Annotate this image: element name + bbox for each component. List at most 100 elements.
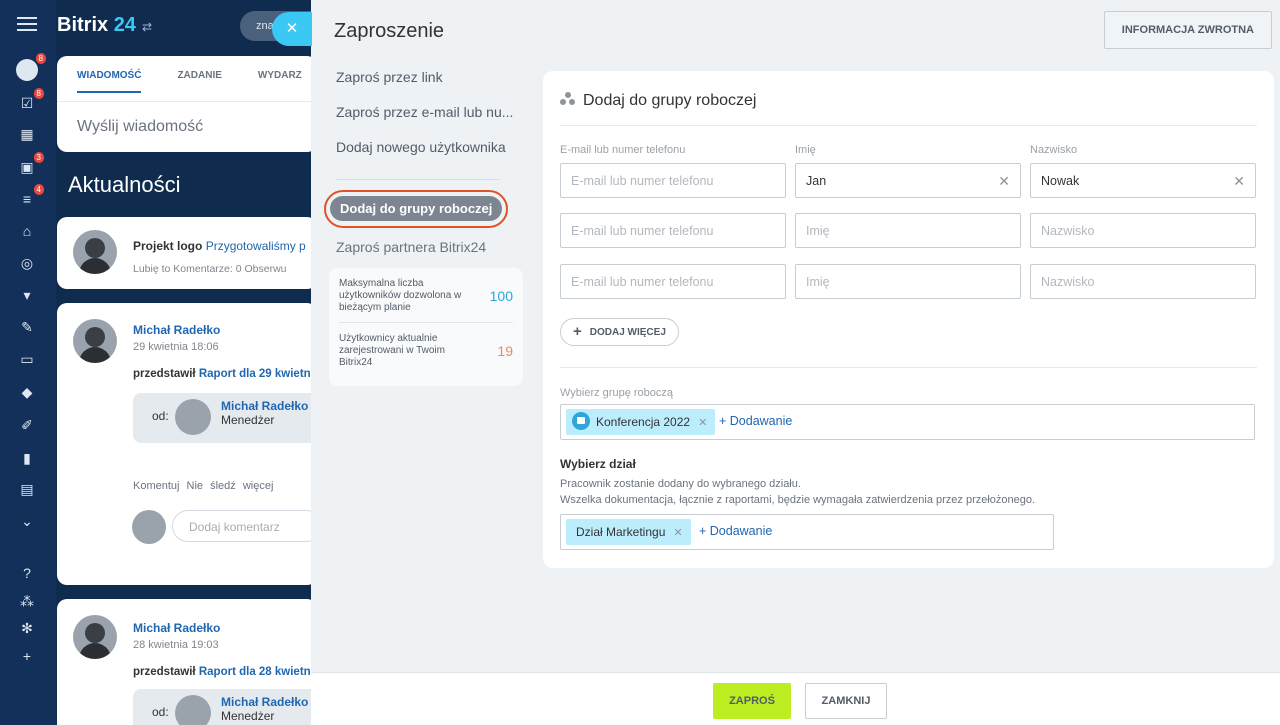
report-link[interactable]: Raport dla 29 kwietnia	[199, 368, 320, 380]
post-title-line: Projekt logo Przygotowaliśmy p	[133, 239, 306, 253]
from-role: Menedżer	[221, 709, 275, 723]
avatar[interactable]	[73, 615, 117, 659]
post-author[interactable]: Michał Radełko	[133, 621, 220, 635]
close-icon[interactable]: ✕	[272, 12, 312, 46]
add-group-link[interactable]: + Dodawanie	[719, 414, 792, 428]
cart-icon[interactable]: ▾	[18, 286, 36, 304]
report-from-box: od: Michał Radełko Menedżer	[133, 393, 333, 443]
invitation-slider: Zaproszenie INFORMACJA ZWROTNA Zaproś pr…	[311, 0, 1280, 725]
report-from-box: od: Michał Radełko Menedżer	[133, 689, 333, 725]
add-department-link[interactable]: + Dodawanie	[699, 524, 772, 538]
notification-badge: 3	[33, 152, 44, 163]
page-title: Aktualności	[68, 172, 181, 197]
department-selector[interactable]: Dział Marketingu ✕ + Dodawanie	[560, 514, 1054, 550]
surname-field[interactable]: Nazwisko	[1030, 213, 1256, 248]
document-edit-icon[interactable]: ✐	[18, 416, 36, 434]
post-author[interactable]: Michał Radełko	[133, 323, 220, 337]
feed-post: Projekt logo Przygotowaliśmy p Lubię to …	[57, 217, 317, 289]
group-icon	[560, 92, 576, 106]
avatar[interactable]	[73, 230, 117, 274]
department-tag[interactable]: Dział Marketingu ✕	[566, 519, 691, 545]
report-link[interactable]: Raport dla 28 kwietnia	[199, 666, 320, 678]
settings-gear-icon[interactable]: ✻	[18, 619, 36, 637]
remove-tag-icon[interactable]: ✕	[698, 417, 707, 429]
email-column-label: E-mail lub numer telefonu	[560, 144, 686, 156]
tab-event[interactable]: WYDARZ	[258, 70, 302, 93]
menu-item-invite-email[interactable]: Zaproś przez e-mail lub nu...	[336, 95, 526, 130]
chevron-down-circle-icon[interactable]: ⌄	[18, 512, 36, 530]
menu-item-invite-partner[interactable]: Zaproś partnera Bitrix24	[336, 230, 526, 265]
briefcase-icon[interactable]: ▤	[18, 480, 36, 498]
menu-item-add-to-group-highlight[interactable]: Dodaj do grupy roboczej	[324, 190, 509, 228]
email-field[interactable]: E-mail lub numer telefonu	[560, 213, 786, 248]
remove-tag-icon[interactable]: ✕	[673, 527, 682, 539]
form-header: Dodaj do grupy roboczej	[560, 92, 1257, 126]
divider	[560, 367, 1257, 368]
help-icon[interactable]: ?	[18, 564, 36, 582]
avatar[interactable]	[73, 319, 117, 363]
surname-column-label: Nazwisko	[1030, 144, 1078, 156]
contact-center-icon[interactable]: ▣ 3	[18, 152, 44, 176]
post-text: Przygotowaliśmy p	[205, 239, 306, 253]
name-field[interactable]: Imię	[795, 264, 1021, 299]
group-tag[interactable]: Konferencja 2022 ✕	[566, 409, 716, 435]
clear-icon[interactable]: ✕	[998, 173, 1010, 190]
current-users-value: 19	[497, 343, 513, 359]
tasks-icon[interactable]: ☑ 8	[18, 88, 44, 112]
post-meta: Lubię to Komentarze: 0 Obserwu	[133, 263, 287, 275]
tab-message[interactable]: WIADOMOŚĆ	[77, 70, 142, 93]
post-line: przedstawił Raport dla 29 kwietnia	[133, 368, 321, 380]
comment-input[interactable]: Dodaj komentarz	[172, 510, 322, 542]
menu-item-add-to-group[interactable]: Dodaj do grupy roboczej	[330, 196, 503, 221]
target-icon[interactable]: ◎	[18, 254, 36, 272]
post-actions[interactable]: Komentuj Nie śledź więcej	[133, 480, 273, 492]
avatar[interactable]	[175, 695, 211, 725]
calendar-icon[interactable]: ▦	[18, 125, 36, 143]
add-to-group-form: Dodaj do grupy roboczej E-mail lub numer…	[543, 71, 1274, 568]
bank-icon[interactable]: ⌂	[18, 222, 36, 240]
name-field[interactable]: Imię	[795, 213, 1021, 248]
email-field[interactable]: E-mail lub numer telefonu	[560, 264, 786, 299]
box-icon[interactable]: ◆	[18, 383, 36, 401]
menu-burger-icon[interactable]	[17, 17, 37, 31]
surname-field[interactable]: Nowak ✕	[1030, 163, 1256, 198]
name-field[interactable]: Jan ✕	[795, 163, 1021, 198]
surname-field[interactable]: Nazwisko	[1030, 264, 1256, 299]
workgroup-icon	[572, 412, 590, 430]
portal-logo[interactable]: Bitrix 24 ⇄	[57, 14, 152, 37]
filter-icon[interactable]: ≡ 4	[18, 184, 44, 208]
sign-icon[interactable]: ✎	[18, 318, 36, 336]
notification-badge: 8	[33, 88, 44, 99]
notification-badge: 8	[35, 53, 46, 64]
chart-icon[interactable]: ▮	[18, 449, 36, 467]
from-name[interactable]: Michał Radełko	[221, 399, 308, 413]
menu-item-add-user[interactable]: Dodaj nowego użytkownika	[336, 130, 526, 165]
user-avatar-icon[interactable]: 8	[16, 53, 46, 81]
notification-badge: 4	[33, 184, 44, 195]
group-selector[interactable]: Konferencja 2022 ✕ + Dodawanie	[560, 404, 1255, 440]
post-author[interactable]: Projekt logo	[133, 239, 202, 253]
avatar[interactable]	[175, 399, 211, 435]
left-icon-rail: 8 ☑ 8 ▦ ▣ 3 ≡ 4 ⌂ ◎ ▾ ✎ ▭ ◆ ✐ ▮ ▤ ⌄ ? ⁂ ✻ +	[0, 0, 56, 725]
from-label: od:	[152, 409, 169, 423]
robot-icon[interactable]: ▭	[18, 350, 36, 368]
invite-button[interactable]: ZAPROŚ	[713, 683, 791, 719]
avatar	[132, 510, 166, 544]
form-title: Dodaj do grupy roboczej	[583, 92, 757, 109]
from-label: od:	[152, 705, 169, 719]
plus-icon[interactable]: +	[18, 647, 36, 665]
max-users-label: Maksymalna liczba użytkowników dozwolona…	[339, 278, 462, 313]
name-column-label: Imię	[795, 144, 816, 156]
menu-item-invite-link[interactable]: Zaproś przez link	[336, 60, 526, 95]
tab-task[interactable]: ZADANIE	[177, 70, 221, 93]
add-more-button[interactable]: + DODAJ WIĘCEJ	[560, 318, 679, 346]
slider-footer: ZAPROŚ ZAMKNIJ	[311, 672, 1280, 725]
email-field[interactable]: E-mail lub numer telefonu	[560, 163, 786, 198]
message-input[interactable]: Wyślij wiadomość	[57, 101, 317, 152]
feedback-button[interactable]: INFORMACJA ZWROTNA	[1103, 11, 1272, 49]
clear-icon[interactable]: ✕	[1233, 173, 1245, 190]
from-name[interactable]: Michał Radełko	[221, 695, 308, 709]
org-structure-icon[interactable]: ⁂	[18, 592, 36, 610]
menu-divider	[336, 179, 500, 180]
close-button[interactable]: ZAMKNIJ	[805, 683, 887, 719]
